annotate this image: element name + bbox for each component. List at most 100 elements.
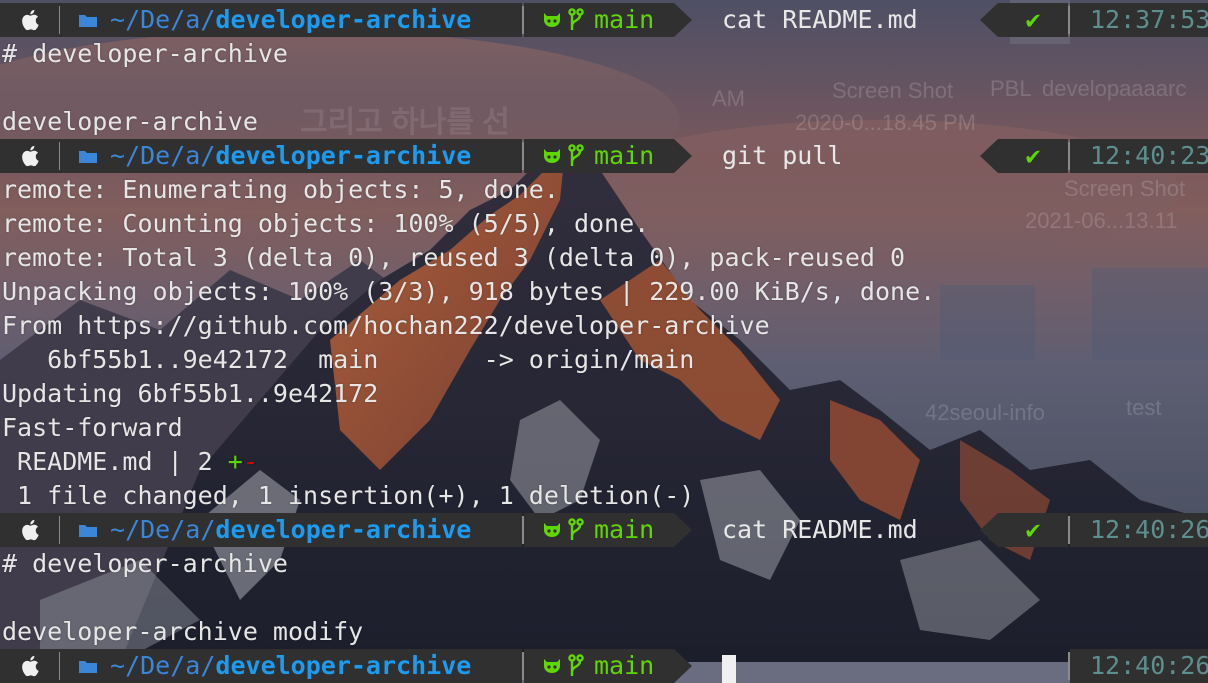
output-line: Unpacking objects: 100% (3/3), 918 bytes… [2, 277, 936, 306]
output-line: remote: Enumerating objects: 5, done. [2, 175, 559, 204]
time-segment: 12:37:53 [1070, 3, 1208, 37]
apple-icon [22, 655, 39, 677]
success-check-icon: ✔ [1025, 141, 1041, 170]
time-segment: 12:40:26 [1070, 649, 1208, 683]
dir-segment: ~ / De / a / developer-archive [60, 513, 522, 547]
active-prompt-line[interactable]: ~ / De / a / developer-archive main 12:40:26 [0, 649, 1208, 683]
dir-part: De [140, 141, 171, 170]
dir-part: a [185, 515, 201, 544]
prompt-line: ~ / De / a / developer-archive main git pull ✔… [0, 139, 1208, 173]
dir-sep: / [200, 5, 216, 34]
dir-sep: / [200, 141, 216, 170]
branch-name: main [594, 651, 655, 680]
output-line: # developer-archive [2, 39, 288, 68]
git-branch-icon [568, 8, 584, 30]
dir-current: developer-archive [215, 651, 472, 680]
command-text: git pull [722, 141, 843, 170]
dir-segment: ~ / De / a / developer-archive [60, 3, 522, 37]
dir-home: ~ [110, 651, 126, 680]
folder-icon [79, 15, 97, 27]
folder-icon [79, 525, 97, 537]
branch-name: main [594, 515, 655, 544]
os-segment [0, 513, 60, 547]
dir-current: developer-archive [215, 515, 472, 544]
dir-home: ~ [110, 515, 126, 544]
os-segment [0, 139, 60, 173]
folder-icon [79, 661, 97, 673]
git-branch-icon [568, 518, 584, 540]
segment-arrow [674, 649, 692, 683]
diffstat-minus: - [242, 447, 258, 476]
dir-part: a [185, 651, 201, 680]
prompt-time: 12:40:26 [1090, 651, 1208, 680]
branch-name: main [594, 5, 655, 34]
dir-segment: ~ / De / a / developer-archive [60, 649, 522, 683]
apple-icon [22, 9, 39, 31]
success-check-icon: ✔ [1025, 515, 1041, 544]
git-branch-icon [568, 144, 584, 166]
command-text: cat README.md [722, 5, 918, 34]
terminal-window[interactable]: ~ / De / a / developer-archive main cat README… [0, 3, 1208, 683]
dir-sep: / [170, 5, 186, 34]
summary-line: 1 file changed, 1 insertion(+), 1 deleti… [2, 481, 695, 510]
text-cursor[interactable] [722, 655, 736, 683]
prompt-line: ~ / De / a / developer-archive main cat README… [0, 513, 1208, 547]
dir-part: De [140, 515, 171, 544]
dir-sep: / [200, 515, 216, 544]
dir-home: ~ [110, 141, 126, 170]
dir-sep: / [125, 515, 141, 544]
github-cat-icon [544, 659, 560, 673]
prompt-line: ~ / De / a / developer-archive main cat README… [0, 3, 1208, 37]
output-line: # developer-archive [2, 549, 288, 578]
git-segment: main [524, 3, 674, 37]
time-segment: 12:40:26 [1070, 513, 1208, 547]
output-line: Fast-forward [2, 413, 183, 442]
status-segment: ✔ [998, 3, 1068, 37]
prompt-time: 12:37:53 [1090, 5, 1208, 34]
folder-icon [79, 151, 97, 163]
segment-arrow [674, 513, 692, 547]
git-branch-icon [568, 654, 584, 676]
diffstat-line: README.md | 2 +- [0, 445, 1208, 479]
github-cat-icon [544, 13, 560, 27]
output-line: developer-archive [2, 107, 258, 136]
dir-sep: / [125, 651, 141, 680]
github-cat-icon [544, 523, 560, 537]
status-segment: ✔ [998, 139, 1068, 173]
branch-name: main [594, 141, 655, 170]
output-line: From https://github.com/hochan222/develo… [2, 311, 770, 340]
github-cat-icon [544, 149, 560, 163]
segment-arrow [980, 513, 998, 547]
output-line: developer-archive modify [2, 617, 364, 646]
command-text: cat README.md [722, 515, 918, 544]
prompt-time: 12:40:26 [1090, 515, 1208, 544]
output-line: 6bf55b1..9e42172 main -> origin/main [2, 345, 695, 374]
diffstat-file: README.md | 2 [2, 447, 228, 476]
output-line: Updating 6bf55b1..9e42172 [2, 379, 379, 408]
dir-segment: ~ / De / a / developer-archive [60, 139, 522, 173]
dir-sep: / [125, 141, 141, 170]
diffstat-plus: + [227, 447, 243, 476]
os-segment [0, 3, 60, 37]
dir-part: a [185, 141, 201, 170]
dir-part: a [185, 5, 201, 34]
apple-icon [22, 519, 39, 541]
segment-arrow [674, 139, 692, 173]
dir-sep: / [170, 515, 186, 544]
output-line: remote: Counting objects: 100% (5/5), do… [2, 209, 650, 238]
success-check-icon: ✔ [1025, 5, 1041, 34]
dir-current: developer-archive [215, 141, 472, 170]
prompt-time: 12:40:23 [1090, 141, 1208, 170]
output-line: remote: Total 3 (delta 0), reused 3 (del… [2, 243, 906, 272]
os-segment [0, 649, 60, 683]
dir-sep: / [125, 5, 141, 34]
dir-part: De [140, 651, 171, 680]
time-segment: 12:40:23 [1070, 139, 1208, 173]
status-segment: ✔ [998, 513, 1068, 547]
dir-current: developer-archive [215, 5, 472, 34]
dir-home: ~ [110, 5, 126, 34]
git-segment: main [524, 649, 674, 683]
git-segment: main [524, 139, 674, 173]
